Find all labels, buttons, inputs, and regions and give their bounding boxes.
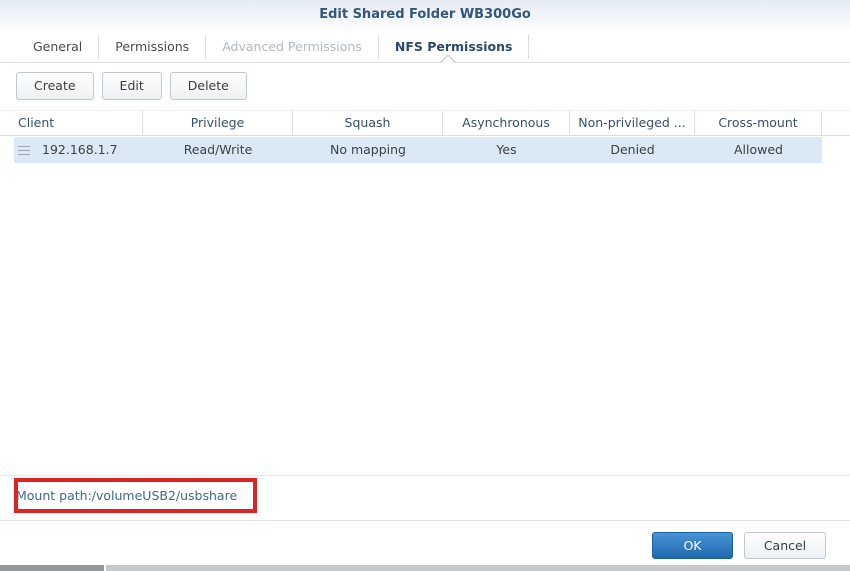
- nfs-rules-table: Client Privilege Squash Asynchronous Non…: [0, 110, 850, 136]
- column-header-asynchronous[interactable]: Asynchronous: [443, 111, 570, 135]
- tab-general[interactable]: General: [17, 30, 98, 63]
- red-annotation-rectangle: Mount path:/volumeUSB2/usbshare: [14, 478, 257, 513]
- column-header-cross-mount[interactable]: Cross-mount: [695, 111, 822, 135]
- column-header-filler: [822, 111, 850, 135]
- table-row[interactable]: 192.168.1.7 Read/Write No mapping Yes De…: [14, 137, 822, 163]
- cell-client: 192.168.1.7: [14, 137, 143, 163]
- table-header: Client Privilege Squash Asynchronous Non…: [0, 110, 850, 136]
- tab-permissions[interactable]: Permissions: [99, 30, 205, 63]
- mount-path-divider: [0, 475, 850, 476]
- column-header-non-privileged[interactable]: Non-privileged ...: [570, 111, 695, 135]
- nfs-toolbar: Create Edit Delete: [16, 72, 247, 100]
- cancel-button[interactable]: Cancel: [744, 532, 826, 559]
- tab-underline: [0, 62, 850, 63]
- column-header-client[interactable]: Client: [0, 111, 143, 135]
- cell-non-privileged: Denied: [570, 137, 695, 163]
- edit-button[interactable]: Edit: [102, 72, 162, 100]
- ok-button[interactable]: OK: [652, 532, 733, 559]
- mount-path-label: Mount path:/volumeUSB2/usbshare: [16, 488, 237, 503]
- tab-bar: General Permissions Advanced Permissions…: [0, 30, 850, 63]
- edit-shared-folder-dialog: Edit Shared Folder WB300Go General Permi…: [0, 0, 850, 571]
- client-value: 192.168.1.7: [42, 137, 118, 163]
- delete-button[interactable]: Delete: [170, 72, 247, 100]
- cell-asynchronous: Yes: [443, 137, 570, 163]
- cell-privilege: Read/Write: [143, 137, 293, 163]
- create-button[interactable]: Create: [16, 72, 94, 100]
- dialog-title: Edit Shared Folder WB300Go: [0, 0, 850, 30]
- window-bottom-edge-light: [106, 565, 850, 571]
- column-header-privilege[interactable]: Privilege: [143, 111, 293, 135]
- window-bottom-edge-dark: [0, 565, 104, 571]
- cell-cross-mount: Allowed: [695, 137, 822, 163]
- tab-separator: [528, 35, 529, 59]
- cell-squash: No mapping: [293, 137, 443, 163]
- footer-divider: [0, 520, 850, 521]
- dialog-titlebar: Edit Shared Folder WB300Go: [0, 0, 850, 30]
- drag-handle-icon[interactable]: [18, 146, 30, 155]
- active-tab-caret-fill: [441, 56, 455, 64]
- column-header-squash[interactable]: Squash: [293, 111, 443, 135]
- tab-advanced-permissions: Advanced Permissions: [206, 30, 378, 63]
